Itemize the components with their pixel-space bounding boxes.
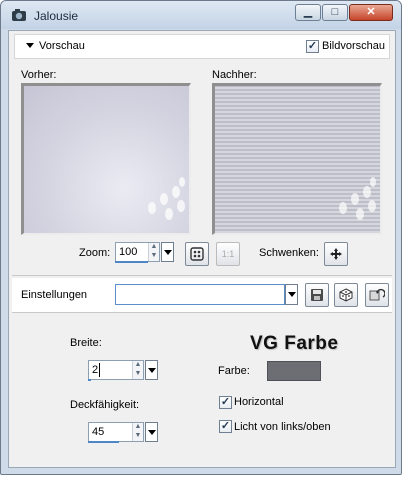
opacity-spinner[interactable]: ▲ ▼ — [132, 423, 143, 441]
move-arrows-icon — [330, 248, 342, 260]
divider — [12, 312, 392, 313]
horizontal-checkbox[interactable]: ✓ — [219, 396, 232, 409]
chevron-down-icon — [164, 250, 172, 255]
opacity-label: Deckfähigkeit: — [70, 399, 140, 411]
zoom-spinner[interactable]: ▲ ▼ — [148, 243, 159, 261]
zoom-fit-button[interactable] — [185, 242, 209, 266]
width-label: Breite: — [70, 337, 102, 349]
preview-toggle-arrow-icon[interactable] — [26, 43, 34, 48]
fit-window-icon — [190, 247, 204, 261]
chevron-down-icon — [288, 292, 296, 297]
checkmark-icon: ✓ — [220, 396, 231, 408]
light-spots-decoration — [339, 177, 376, 220]
settings-label: Einstellungen — [21, 289, 88, 301]
opacity-slider-bar[interactable] — [88, 441, 119, 443]
zoom-slider-bar[interactable] — [115, 261, 148, 263]
light-checkbox[interactable]: ✓ — [219, 420, 232, 433]
settings-dropdown-button[interactable] — [285, 284, 298, 305]
light-spots-decoration — [148, 177, 185, 220]
preview-after-image[interactable] — [212, 83, 382, 235]
dice-icon — [339, 288, 353, 302]
horizontal-label: Horizontal — [234, 396, 284, 408]
light-label: Licht von links/oben — [234, 421, 331, 433]
width-spinner[interactable]: ▲ ▼ — [132, 361, 143, 379]
bildvorschau-checkbox[interactable]: ✓ — [306, 40, 319, 53]
spin-up-icon[interactable]: ▲ — [133, 361, 143, 370]
chevron-down-icon — [148, 368, 156, 373]
before-label: Vorher: — [21, 69, 57, 81]
vg-farbe-annotation: VG Farbe — [250, 333, 339, 354]
divider — [12, 275, 392, 276]
zoom-label: Zoom: — [79, 247, 111, 259]
opacity-dropdown-button[interactable] — [145, 422, 158, 442]
opacity-input[interactable]: 45 ▲ ▼ — [88, 422, 144, 442]
reset-defaults-icon — [369, 288, 386, 301]
spin-down-icon[interactable]: ▼ — [133, 370, 143, 379]
window-title: Jalousie — [34, 9, 79, 23]
chevron-down-icon — [148, 430, 156, 435]
after-label: Nachher: — [212, 69, 257, 81]
pan-button[interactable] — [324, 242, 348, 266]
spin-down-icon[interactable]: ▼ — [133, 432, 143, 441]
reset-preset-button[interactable] — [365, 283, 389, 307]
opacity-value: 45 — [92, 426, 105, 438]
pan-label: Schwenken: — [259, 247, 319, 259]
color-label: Farbe: — [218, 365, 250, 377]
width-slider-bar[interactable] — [88, 379, 91, 381]
maximize-button[interactable]: □ — [322, 4, 348, 21]
save-preset-button[interactable] — [305, 283, 329, 307]
spin-up-icon[interactable]: ▲ — [149, 243, 159, 252]
width-dropdown-button[interactable] — [145, 360, 158, 380]
preview-before-image[interactable] — [21, 83, 191, 235]
color-swatch[interactable] — [267, 361, 321, 381]
minimize-button[interactable]: ▁ — [295, 4, 321, 21]
checkmark-icon: ✓ — [307, 40, 318, 52]
spin-down-icon[interactable]: ▼ — [149, 252, 159, 261]
width-value: 2 — [92, 364, 99, 376]
zoom-dropdown-button[interactable] — [161, 242, 174, 262]
save-disk-icon — [311, 289, 323, 301]
close-button[interactable]: ✕ — [349, 4, 393, 21]
preview-toggle-label[interactable]: Vorschau — [39, 40, 85, 52]
app-icon — [11, 8, 27, 22]
settings-preset-select[interactable] — [115, 284, 285, 305]
checkmark-icon: ✓ — [220, 420, 231, 432]
zoom-input[interactable]: 100 ▲ ▼ — [115, 242, 160, 262]
bildvorschau-label: Bildvorschau — [322, 40, 385, 52]
random-preset-button[interactable] — [334, 283, 358, 307]
zoom-1to1-button[interactable]: 1:1 — [216, 242, 240, 266]
text-caret — [99, 363, 100, 377]
zoom-value: 100 — [119, 246, 138, 258]
width-input[interactable]: 2 ▲ ▼ — [88, 360, 144, 380]
spin-up-icon[interactable]: ▲ — [133, 423, 143, 432]
